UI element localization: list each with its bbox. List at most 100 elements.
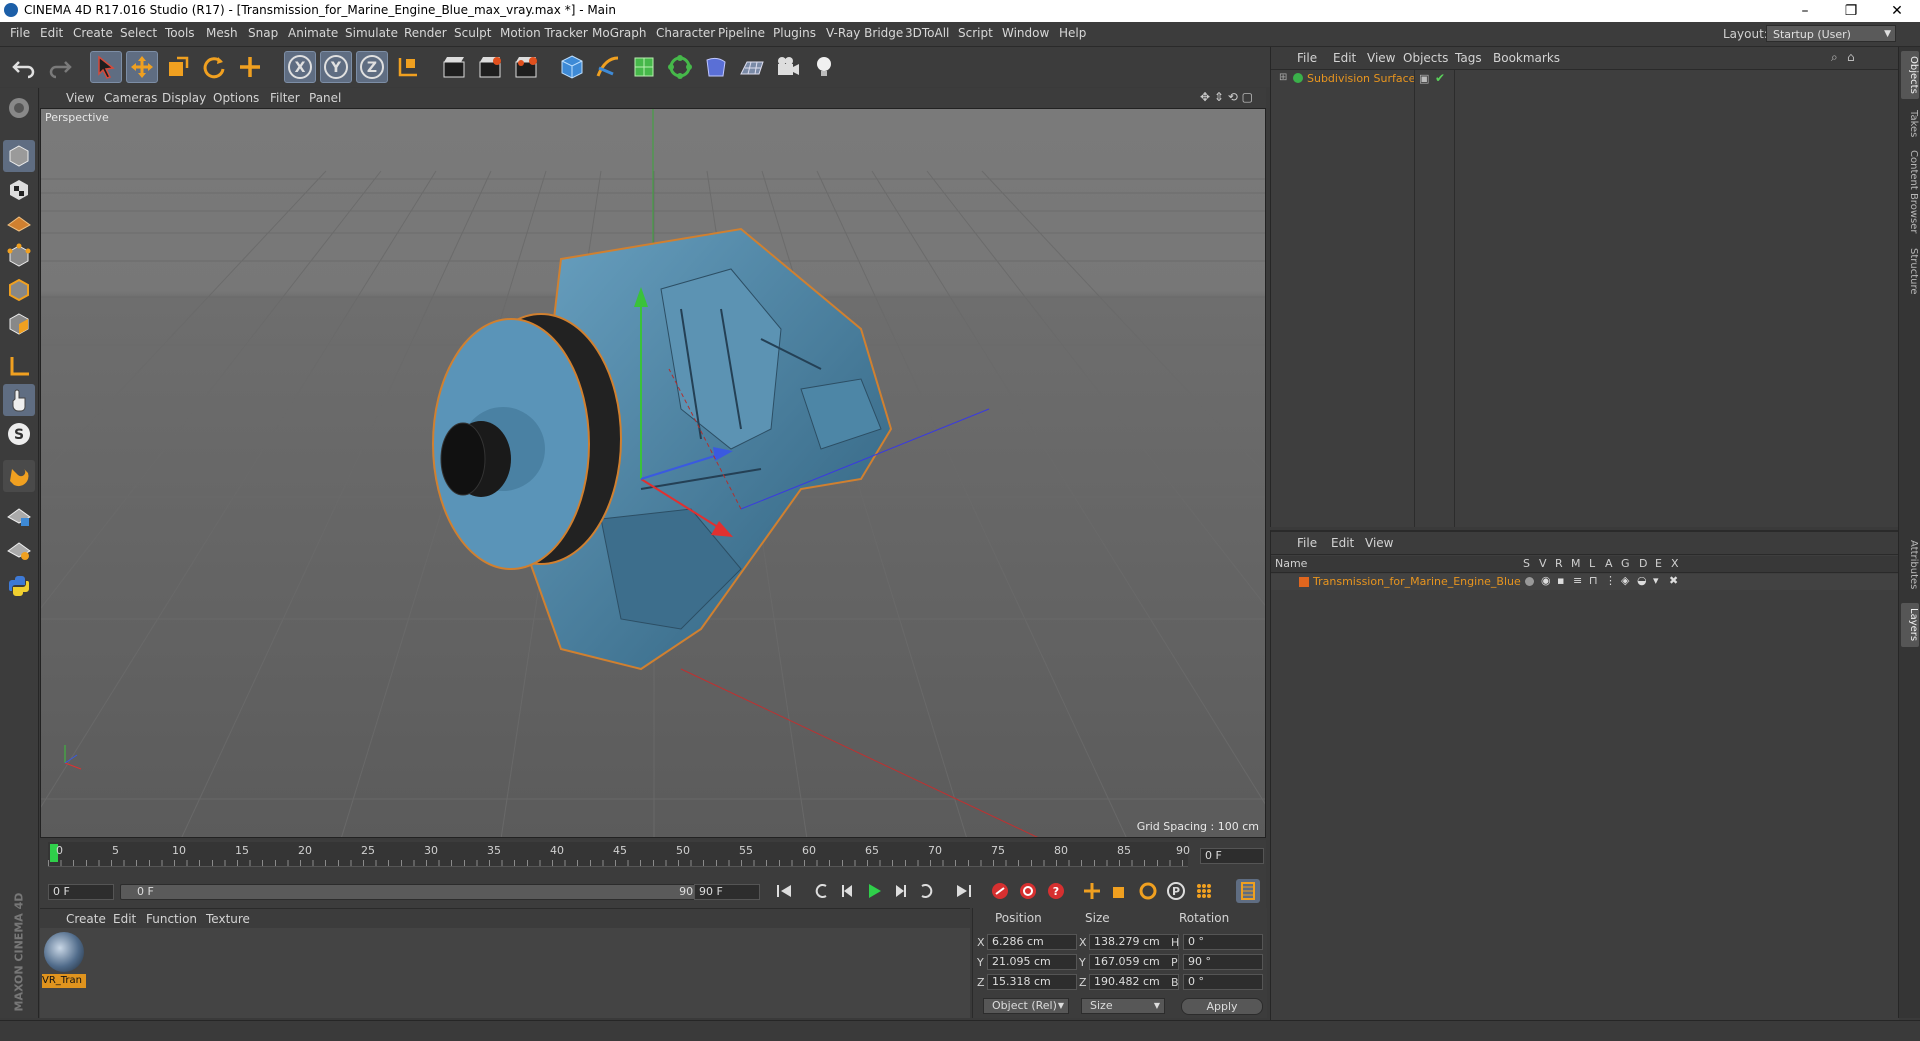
apply-button[interactable]: Apply bbox=[1181, 998, 1263, 1015]
menu-render[interactable]: Render bbox=[404, 26, 447, 40]
menu-simulate[interactable]: Simulate bbox=[345, 26, 398, 40]
viewport-menu-panel[interactable]: Panel bbox=[309, 91, 341, 105]
material-menu-create[interactable]: Create bbox=[66, 912, 106, 926]
material-menu-edit[interactable]: Edit bbox=[113, 912, 136, 926]
restore-button[interactable]: ❐ bbox=[1828, 0, 1874, 22]
column-divider[interactable] bbox=[1414, 70, 1415, 527]
tab-takes[interactable]: Takes bbox=[1901, 105, 1919, 143]
size-y-field[interactable]: 167.059 cm bbox=[1089, 954, 1179, 970]
layer-menu-file[interactable]: File bbox=[1297, 536, 1317, 550]
column-manager[interactable]: M bbox=[1571, 557, 1581, 570]
planar-workplane-icon[interactable] bbox=[3, 534, 35, 566]
enabled-check-icon[interactable]: ✔ bbox=[1435, 71, 1445, 85]
tab-attributes[interactable]: Attributes bbox=[1901, 533, 1919, 597]
column-render[interactable]: R bbox=[1555, 557, 1563, 570]
subdivision-icon[interactable] bbox=[628, 51, 660, 83]
layer-menu-view[interactable]: View bbox=[1365, 536, 1393, 550]
viewport-menu-filter[interactable]: Filter bbox=[270, 91, 300, 105]
object-menu-objects[interactable]: Objects bbox=[1403, 51, 1448, 65]
rotation-b-field[interactable]: 0 ° bbox=[1183, 974, 1263, 990]
timeline[interactable]: 0 5 10 15 20 25 30 35 40 45 50 55 60 65 … bbox=[40, 840, 1266, 876]
menu-snap[interactable]: Snap bbox=[248, 26, 278, 40]
light-icon[interactable] bbox=[808, 51, 840, 83]
menu-file[interactable]: File bbox=[10, 26, 30, 40]
prev-frame-icon[interactable] bbox=[836, 879, 860, 903]
menu-mesh[interactable]: Mesh bbox=[206, 26, 238, 40]
next-frame-icon[interactable] bbox=[888, 879, 912, 903]
add-icon[interactable] bbox=[234, 51, 266, 83]
timeline-ruler[interactable]: 0 5 10 15 20 25 30 35 40 45 50 55 60 65 … bbox=[48, 842, 1190, 867]
position-x-field[interactable]: 6.286 cm bbox=[987, 934, 1077, 950]
key-rotation-icon[interactable] bbox=[1136, 879, 1160, 903]
menu-mograph[interactable]: MoGraph bbox=[592, 26, 647, 40]
solo-toggle-icon[interactable] bbox=[1525, 577, 1534, 586]
rotate-icon[interactable] bbox=[198, 51, 230, 83]
record-icon[interactable] bbox=[988, 879, 1012, 903]
object-menu-bookmarks[interactable]: Bookmarks bbox=[1493, 51, 1560, 65]
deformer-toggle-icon[interactable]: ◒ bbox=[1637, 574, 1647, 587]
column-solo[interactable]: S bbox=[1523, 557, 1530, 570]
column-divider[interactable] bbox=[1454, 70, 1455, 527]
expression-toggle-icon[interactable]: ▾ bbox=[1653, 574, 1659, 587]
array-icon[interactable] bbox=[664, 51, 696, 83]
prev-key-icon[interactable] bbox=[810, 879, 834, 903]
render-view-icon[interactable] bbox=[438, 51, 470, 83]
z-axis-icon[interactable]: Z bbox=[356, 51, 388, 83]
autokey-icon[interactable] bbox=[1016, 879, 1040, 903]
key-parameter-icon[interactable]: P bbox=[1164, 879, 1188, 903]
viewport-menu-options[interactable]: Options bbox=[213, 91, 259, 105]
close-button[interactable]: ✕ bbox=[1874, 0, 1920, 22]
size-x-field[interactable]: 138.279 cm bbox=[1089, 934, 1179, 950]
goto-start-icon[interactable] bbox=[772, 879, 796, 903]
goto-end-icon[interactable] bbox=[952, 879, 976, 903]
lock-icon[interactable]: ⊓ bbox=[1589, 574, 1598, 587]
cube-icon[interactable] bbox=[556, 51, 588, 83]
redo-icon[interactable] bbox=[44, 51, 76, 83]
camera-icon[interactable] bbox=[772, 51, 804, 83]
edges-mode-icon[interactable] bbox=[3, 274, 35, 306]
material-menu-function[interactable]: Function bbox=[146, 912, 197, 926]
menu-pipeline[interactable]: Pipeline bbox=[718, 26, 765, 40]
manager-toggle-icon[interactable]: ≡ bbox=[1573, 574, 1582, 587]
polygons-mode-icon[interactable] bbox=[3, 308, 35, 340]
menu-vray-bridge[interactable]: V-Ray Bridge bbox=[826, 26, 903, 40]
viewport-menu-cameras[interactable]: Cameras bbox=[104, 91, 157, 105]
viewport-menu-view[interactable]: View bbox=[66, 91, 94, 105]
model-mode-icon[interactable] bbox=[3, 140, 35, 172]
menu-window[interactable]: Window bbox=[1002, 26, 1049, 40]
generator-toggle-icon[interactable]: ◈ bbox=[1621, 574, 1629, 587]
column-name[interactable]: Name bbox=[1275, 557, 1307, 570]
rotation-p-field[interactable]: 90 ° bbox=[1183, 954, 1263, 970]
menu-plugins[interactable]: Plugins bbox=[773, 26, 816, 40]
visibility-icon[interactable]: ▣ bbox=[1419, 72, 1429, 85]
menu-create[interactable]: Create bbox=[73, 26, 113, 40]
object-menu-tags[interactable]: Tags bbox=[1455, 51, 1482, 65]
layout-select[interactable]: Startup (User) ▼ bbox=[1766, 25, 1896, 42]
rotation-h-field[interactable]: 0 ° bbox=[1183, 934, 1263, 950]
column-generators[interactable]: G bbox=[1621, 557, 1630, 570]
menu-character[interactable]: Character bbox=[656, 26, 715, 40]
texture-mode-icon[interactable] bbox=[3, 174, 35, 206]
python-icon[interactable] bbox=[3, 570, 35, 602]
object-menu-file[interactable]: File bbox=[1297, 51, 1317, 65]
menu-3dtoall[interactable]: 3DToAll bbox=[905, 26, 949, 40]
floor-icon[interactable] bbox=[736, 51, 768, 83]
play-icon[interactable] bbox=[862, 879, 886, 903]
column-locked[interactable]: L bbox=[1589, 557, 1595, 570]
home-icon[interactable]: ⌂ bbox=[1847, 50, 1855, 64]
view-toggle-icon[interactable]: ◉ bbox=[1541, 574, 1551, 587]
position-y-field[interactable]: 21.095 cm bbox=[987, 954, 1077, 970]
viewport-menu-display[interactable]: Display bbox=[162, 91, 206, 105]
xref-toggle-icon[interactable]: ✖ bbox=[1669, 574, 1678, 587]
menu-motion-tracker[interactable]: Motion Tracker bbox=[500, 26, 588, 40]
frame-range-slider[interactable]: 0 F 90 F bbox=[120, 884, 720, 900]
edit-render-settings-icon[interactable] bbox=[510, 51, 542, 83]
move-icon[interactable] bbox=[126, 51, 158, 83]
x-axis-icon[interactable]: X bbox=[284, 51, 316, 83]
layer-color-swatch[interactable] bbox=[1299, 577, 1309, 587]
workplane-icon[interactable] bbox=[3, 206, 35, 238]
viewport-nav-icon[interactable]: ✥ ⇕ ⟲ ▢ bbox=[1200, 90, 1253, 104]
position-z-field[interactable]: 15.318 cm bbox=[987, 974, 1077, 990]
tab-layers[interactable]: Layers bbox=[1901, 603, 1919, 647]
object-menu-view[interactable]: View bbox=[1367, 51, 1395, 65]
